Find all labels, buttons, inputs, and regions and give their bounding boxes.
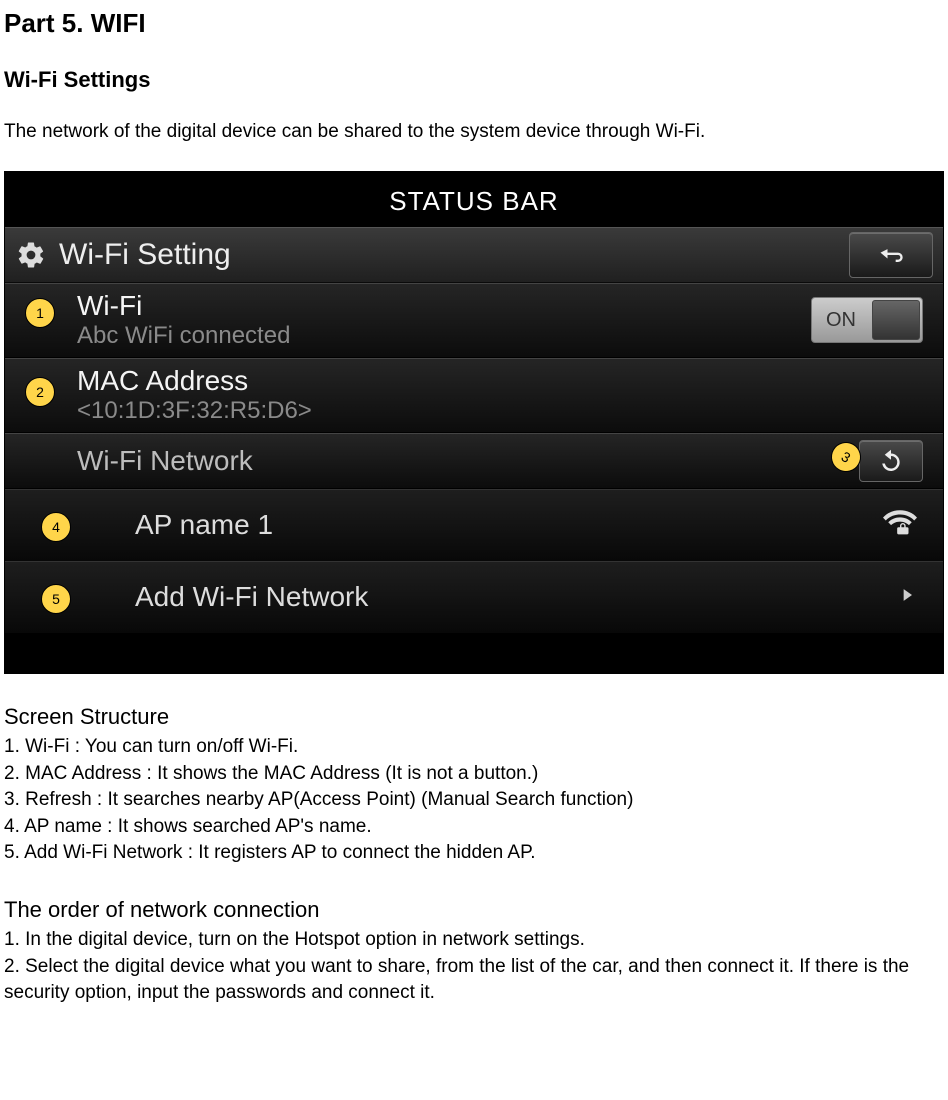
ss-item-5: 5. Add Wi-Fi Network : It registers AP t… — [4, 840, 944, 867]
callout-5: 5 — [41, 584, 71, 614]
ss-item-2: 2. MAC Address : It shows the MAC Addres… — [4, 761, 944, 788]
ss-item-4: 4. AP name : It shows searched AP's name… — [4, 814, 944, 841]
order-item-2: 2. Select the digital device what you wa… — [4, 954, 944, 1007]
gear-icon — [15, 239, 47, 271]
back-button[interactable] — [849, 232, 933, 278]
chevron-right-icon — [897, 581, 917, 614]
ap-list-item[interactable]: 4 AP name 1 — [5, 489, 943, 561]
wifi-network-title: Wi-Fi Network — [77, 445, 859, 477]
part-title: Part 5. WIFI — [4, 8, 944, 39]
callout-1: 1 — [25, 298, 55, 328]
order-list: 1. In the digital device, turn on the Ho… — [4, 927, 944, 1007]
screen-header: Wi-Fi Setting — [5, 227, 943, 283]
toggle-on-label: ON — [812, 309, 870, 332]
screen-title: Wi-Fi Setting — [59, 238, 849, 272]
ss-item-3: 3. Refresh : It searches nearby AP(Acces… — [4, 787, 944, 814]
order-heading: The order of network connection — [4, 897, 944, 923]
wifi-network-row: Wi-Fi Network 3 — [5, 433, 943, 489]
callout-2: 2 — [25, 377, 55, 407]
ap-name-label: AP name 1 — [135, 509, 883, 541]
mac-address-row: 2 MAC Address <10:1D:3F:32:R5:D6> — [5, 358, 943, 433]
order-item-1: 1. In the digital device, turn on the Ho… — [4, 927, 944, 954]
ss-item-1: 1. Wi-Fi : You can turn on/off Wi-Fi. — [4, 734, 944, 761]
wifi-toggle-row[interactable]: 1 Wi-Fi Abc WiFi connected ON — [5, 283, 943, 358]
wifi-settings-screenshot: STATUS BAR Wi-Fi Setting 1 Wi-Fi Abc WiF… — [4, 171, 944, 674]
screenshot-bottom-gap — [5, 633, 943, 673]
wifi-row-title: Wi-Fi — [77, 290, 811, 322]
screen-structure-heading: Screen Structure — [4, 704, 944, 730]
status-bar: STATUS BAR — [5, 172, 943, 227]
refresh-icon — [876, 446, 906, 476]
mac-row-title: MAC Address — [77, 365, 923, 397]
wifi-row-sub: Abc WiFi connected — [77, 322, 811, 351]
screen-structure-list: 1. Wi-Fi : You can turn on/off Wi-Fi. 2.… — [4, 734, 944, 867]
wifi-lock-icon — [883, 506, 917, 545]
intro-text: The network of the digital device can be… — [4, 121, 944, 143]
add-wifi-row[interactable]: 5 Add Wi-Fi Network — [5, 561, 943, 633]
refresh-button[interactable] — [859, 440, 923, 482]
callout-4: 4 — [41, 512, 71, 542]
toggle-knob — [872, 300, 920, 340]
back-arrow-icon — [873, 241, 909, 269]
add-wifi-label: Add Wi-Fi Network — [135, 581, 897, 613]
section-title: Wi-Fi Settings — [4, 67, 944, 93]
mac-row-sub: <10:1D:3F:32:R5:D6> — [77, 397, 923, 426]
wifi-toggle[interactable]: ON — [811, 297, 923, 343]
